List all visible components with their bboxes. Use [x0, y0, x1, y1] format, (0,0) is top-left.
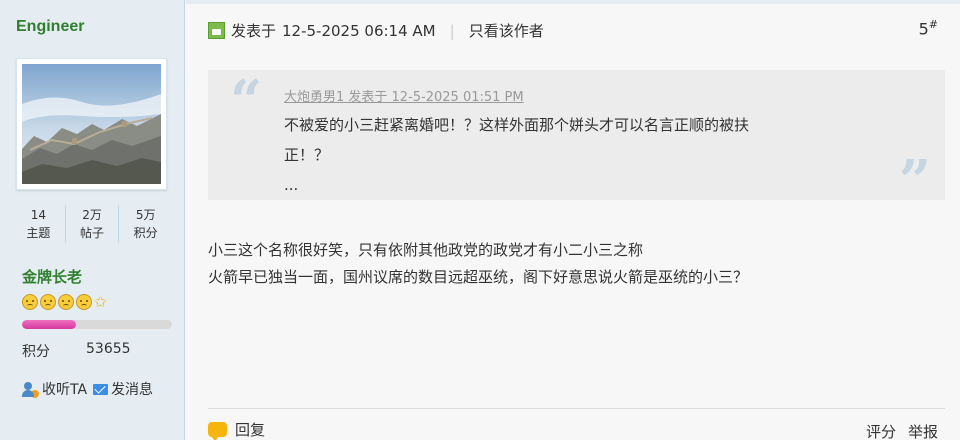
send-message-button[interactable]: 发消息 — [93, 379, 153, 399]
post-content: 发表于 12-5-2025 06:14 AM | 只看该作者 5# “ 大炮勇男… — [186, 0, 960, 440]
body-line: 小三这个名称很好笑，只有依附其他政党的政党才有小二小三之称 — [208, 241, 644, 259]
smiley-icon — [22, 294, 38, 310]
author-sidebar: Engineer 14 主题 2万 帖子 5万 积分 金牌长老 ✩ 积分 536… — [0, 0, 185, 440]
follow-icon — [22, 381, 39, 398]
only-author-link[interactable]: 只看该作者 — [469, 20, 544, 41]
follow-label: 收听TA — [42, 382, 88, 398]
avatar[interactable] — [16, 58, 167, 190]
author-actions: 收听TA 发消息 — [22, 379, 153, 399]
author-name[interactable]: Engineer — [16, 18, 84, 36]
close-quote-icon: ” — [898, 148, 931, 214]
stat-label: 帖子 — [80, 226, 105, 240]
posted-label: 发表于 — [231, 22, 277, 40]
score-row: 积分 53655 — [22, 341, 131, 361]
quote-text: 不被爱的小三赶紧离婚吧！？这样外面那个姘头才可以名言正顺的被扶 正！？ ... — [284, 110, 839, 200]
stat-value: 14 — [30, 208, 46, 222]
rate-button[interactable]: 评分 — [866, 421, 896, 440]
smiley-icon — [76, 294, 92, 310]
stat-value: 2万 — [82, 208, 102, 222]
mail-icon — [93, 383, 109, 395]
reply-icon — [208, 422, 227, 440]
footer-divider — [208, 408, 945, 409]
floor-number-value: 5 — [918, 19, 929, 39]
follow-button[interactable]: 收听TA — [22, 379, 87, 399]
author-stats: 14 主题 2万 帖子 5万 积分 — [12, 206, 172, 242]
stat-topics[interactable]: 14 主题 — [12, 206, 65, 242]
user-rank[interactable]: 金牌长老 — [22, 266, 82, 287]
header-separator: | — [449, 21, 455, 40]
post-body: 小三这个名称很好笑，只有依附其他政党的政党才有小二小三之称 火箭早已独当一面，国… — [208, 237, 748, 291]
floor-mark: # — [928, 18, 938, 31]
post-header: 发表于 12-5-2025 06:14 AM | 只看该作者 — [208, 20, 544, 41]
body-line: 火箭早已独当一面，国州议席的数目远超巫统，阁下好意思说火箭是巫统的小三？ — [208, 268, 749, 286]
stat-posts[interactable]: 2万 帖子 — [64, 206, 119, 242]
score-value: 53655 — [86, 341, 131, 357]
floor-number[interactable]: 5# — [919, 18, 938, 38]
stat-points[interactable]: 5万 积分 — [118, 206, 172, 242]
top-divider — [186, 0, 960, 4]
quote-line: 不被爱的小三赶紧离婚吧！？这样外面那个姘头才可以名言正顺的被扶 — [284, 116, 750, 134]
stat-label: 主题 — [26, 226, 51, 240]
level-progress-fill — [22, 320, 76, 329]
smiley-icon — [58, 294, 74, 310]
stat-value: 5万 — [135, 208, 156, 222]
level-progress-bar — [22, 320, 172, 329]
smiley-icon — [40, 294, 56, 310]
open-quote-icon: “ — [230, 68, 263, 134]
quote-line: 正！？ — [284, 146, 330, 164]
reply-label: 回复 — [235, 421, 266, 439]
online-status-icon — [208, 22, 225, 39]
quote-block: “ 大炮勇男1 发表于 12-5-2025 01:51 PM 不被爱的小三赶紧离… — [208, 68, 945, 214]
posted-time: 12-5-2025 06:14 AM — [282, 21, 436, 40]
post-actions: 评分 举报 — [866, 421, 938, 440]
report-button[interactable]: 举报 — [908, 421, 938, 440]
quote-source-link[interactable]: 大炮勇男1 发表于 12-5-2025 01:51 PM — [284, 86, 524, 105]
stat-label: 积分 — [133, 226, 158, 240]
reply-button[interactable]: 回复 — [208, 419, 265, 440]
rank-icons: ✩ — [22, 294, 107, 310]
avatar-image[interactable] — [22, 64, 161, 184]
star-icon: ✩ — [94, 293, 107, 311]
score-label: 积分 — [22, 344, 50, 360]
quote-line: ... — [284, 176, 299, 194]
message-label: 发消息 — [111, 382, 154, 398]
